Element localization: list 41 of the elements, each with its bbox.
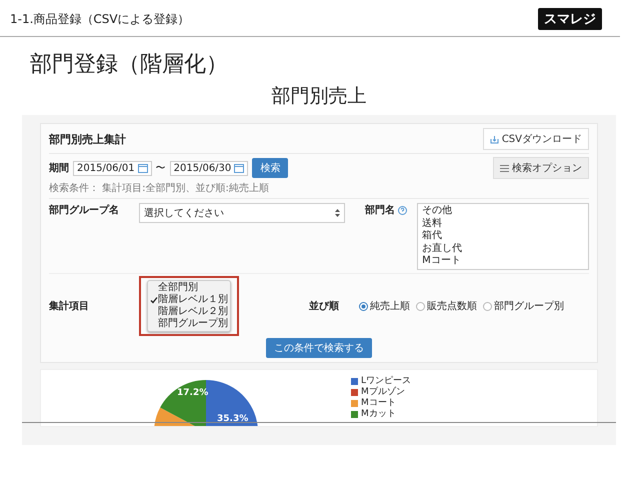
radio-label: 部門グループ別 [494,300,564,313]
submit-button[interactable]: この条件で検索する [266,338,372,358]
radio-button[interactable] [483,302,492,310]
section-heading: 1-1.商品登録（CSVによる登録） [10,10,190,28]
menu-item[interactable]: 階層レベル２別 [158,306,228,318]
menu-item[interactable]: 部門グループ別 [158,318,228,330]
date-field[interactable]: 2015/06/01 [73,160,152,176]
group-select[interactable]: 選択してください [139,203,346,223]
field-label: 並び順 [309,300,339,313]
radio-button[interactable] [359,302,368,310]
legend-label: Mカット [361,409,396,420]
field-label: 期間 [49,162,69,175]
menu-icon [500,164,509,172]
legend-label: Mコート [361,398,396,409]
updown-caret-icon [335,209,340,217]
field-label: 部門名 [365,204,396,217]
logo: スマレジ [538,8,602,30]
help-icon[interactable] [398,206,408,214]
legend-label: Mブルゾン [361,387,405,398]
download-icon [490,134,499,144]
legend-label: Lワンピース [361,376,412,386]
field-label: 集計項目 [49,300,90,313]
slide-subtitle: 部門別売上 [270,84,368,109]
calendar-icon[interactable] [234,163,244,173]
radio-label: 純売上順 [370,300,410,313]
field-label: 部門グループ名 [49,203,120,217]
search-button[interactable]: 検索 [252,158,288,178]
range-separator: 〜 [156,162,166,175]
menu-item[interactable]: 全部門別 [158,282,198,294]
slice-label: 35.3% [217,414,248,424]
page-heading: 部門別売上集計 [49,132,126,146]
search-conditions: 検索条件： 集計項目:全部門別、並び順:純売上順 [49,182,270,195]
slide-title: 部門登録（階層化） [30,51,229,79]
menu-item[interactable]: 階層レベル１別 [158,294,228,306]
date-field[interactable]: 2015/06/30 [170,160,248,176]
radio-label: 販売点数順 [427,300,477,313]
search-options-button[interactable]: 検索オプション [493,157,589,179]
calendar-icon[interactable] [138,163,148,173]
radio-button[interactable] [416,302,425,310]
csv-download-button[interactable]: CSVダウンロード [482,128,589,150]
department-listbox[interactable]: その他 送料 箱代 お直し代 Mコート [417,203,589,270]
